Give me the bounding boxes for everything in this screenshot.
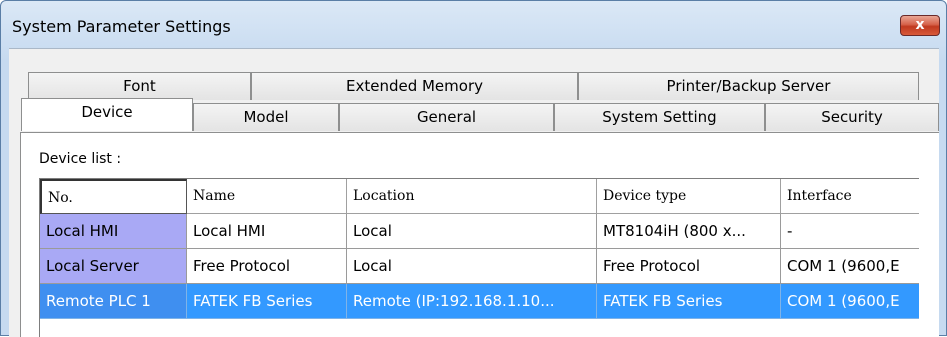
cell-interface[interactable]: COM 1 (9600,E (781, 284, 919, 319)
close-button[interactable]: x (900, 15, 940, 36)
tab-font[interactable]: Font (28, 72, 251, 100)
table-header-row: No. Name Location Device type Interface (40, 179, 919, 214)
cell-name[interactable]: Free Protocol (187, 249, 347, 284)
cell-device-type[interactable]: MT8104iH (800 x... (597, 214, 781, 249)
close-icon: x (915, 17, 925, 33)
tab-model[interactable]: Model (193, 103, 339, 131)
cell-location[interactable]: Local (347, 249, 597, 284)
column-header-interface[interactable]: Interface (781, 179, 919, 214)
device-list-label: Device list : (39, 151, 122, 167)
tab-label: General (416, 108, 477, 126)
tab-label: Printer/Backup Server (666, 77, 831, 95)
cell-interface[interactable]: COM 1 (9600,E (781, 249, 919, 284)
column-header-location[interactable]: Location (347, 179, 597, 214)
table-row[interactable]: Local HMI Local HMI Local MT8104iH (800 … (40, 214, 919, 249)
cell-name[interactable]: Local HMI (187, 214, 347, 249)
row-header[interactable]: Local Server (40, 249, 187, 284)
tab-label: Font (123, 77, 156, 95)
table-row-selected[interactable]: Remote PLC 1 FATEK FB Series Remote (IP:… (40, 284, 919, 319)
tab-label: Extended Memory (345, 77, 483, 95)
column-header-name[interactable]: Name (187, 179, 347, 214)
tab-label: Device (81, 103, 133, 121)
cell-location[interactable]: Local (347, 214, 597, 249)
device-list-table[interactable]: No. Name Location Device type Interface … (39, 178, 919, 337)
tab-general[interactable]: General (339, 103, 554, 131)
cell-location[interactable]: Remote (IP:192.168.1.10... (347, 284, 597, 319)
row-header[interactable]: Remote PLC 1 (40, 284, 187, 319)
tab-label: Model (243, 108, 289, 126)
tab-device[interactable]: Device (21, 98, 193, 131)
cell-device-type[interactable]: FATEK FB Series (597, 284, 781, 319)
window-title: System Parameter Settings (12, 17, 231, 36)
row-header[interactable]: Local HMI (40, 214, 187, 249)
tab-label: Security (821, 108, 883, 126)
tab-security[interactable]: Security (765, 103, 939, 131)
column-header-no[interactable]: No. (40, 179, 187, 214)
title-bar[interactable]: System Parameter Settings x (1, 1, 946, 47)
cell-name[interactable]: FATEK FB Series (187, 284, 347, 319)
tab-label: System Setting (602, 108, 717, 126)
cell-interface[interactable]: - (781, 214, 919, 249)
tab-printer-backup-server[interactable]: Printer/Backup Server (578, 72, 919, 100)
column-header-device-type[interactable]: Device type (597, 179, 781, 214)
tab-extended-memory[interactable]: Extended Memory (251, 72, 578, 100)
cell-device-type[interactable]: Free Protocol (597, 249, 781, 284)
table-row[interactable]: Local Server Free Protocol Local Free Pr… (40, 249, 919, 284)
system-parameter-settings-window: System Parameter Settings x Font Extende… (0, 0, 947, 337)
tab-system-setting[interactable]: System Setting (554, 103, 765, 131)
